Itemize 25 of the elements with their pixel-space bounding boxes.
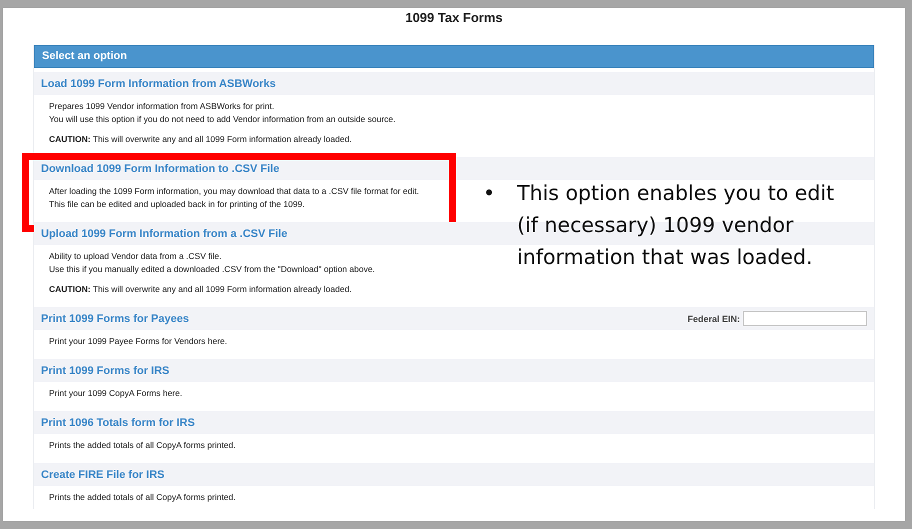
ein-field[interactable] (743, 311, 867, 326)
bullet-mark: • (483, 180, 496, 207)
option-link[interactable]: Print 1099 Forms for Payees (41, 312, 189, 324)
callout-text: This option enables you to edit (if necessary) 1099 vendor information that was loaded. (517, 180, 836, 271)
option-link[interactable]: Print 1096 Totals form for IRS (41, 416, 195, 428)
option-link[interactable]: Load 1099 Form Information from ASBWorks (41, 78, 276, 90)
description-text: Prints the added totals of all CopyA forms printed. (49, 491, 236, 503)
description-text: Print your 1099 Payee Forms for Vendors here. (49, 335, 228, 347)
description-text: This file can be edited and uploaded back in for printing of the 1099. (49, 198, 305, 210)
caution-text: CAUTION: This will overwrite any and all 1099 Form information already loaded. (49, 283, 352, 295)
panel-header: Select an option (34, 45, 874, 68)
option-link[interactable]: Print 1099 Forms for IRS (41, 364, 170, 376)
field-label: Federal EIN: (687, 314, 740, 324)
page-title: 1099 Tax Forms (405, 11, 503, 27)
option-link[interactable]: Download 1099 Form Information to .CSV File (41, 162, 280, 174)
caution-text: CAUTION: This will overwrite any and all 1099 Form information already loaded. (49, 133, 352, 145)
description-text: You will use this option if you do not need to add Vendor information from an outside source. (49, 113, 396, 125)
description-text: Ability to upload Vendor data from a .CSV file. (49, 250, 222, 262)
option-link[interactable]: Upload 1099 Form Information from a .CSV File (41, 228, 288, 240)
description-text: After loading the 1099 Form information, you may download that data to a .CSV file format for edit. (49, 185, 419, 197)
option-link[interactable]: Create FIRE File for IRS (41, 468, 164, 480)
description-text: Print your 1099 CopyA Forms here. (49, 387, 182, 399)
description-text: Prepares 1099 Vendor information from ASBWorks for print. (49, 100, 274, 112)
description-text: Use this if you manually edited a downloaded .CSV from the "Download" option above. (49, 263, 375, 275)
description-text: Prints the added totals of all CopyA forms printed. (49, 439, 236, 451)
